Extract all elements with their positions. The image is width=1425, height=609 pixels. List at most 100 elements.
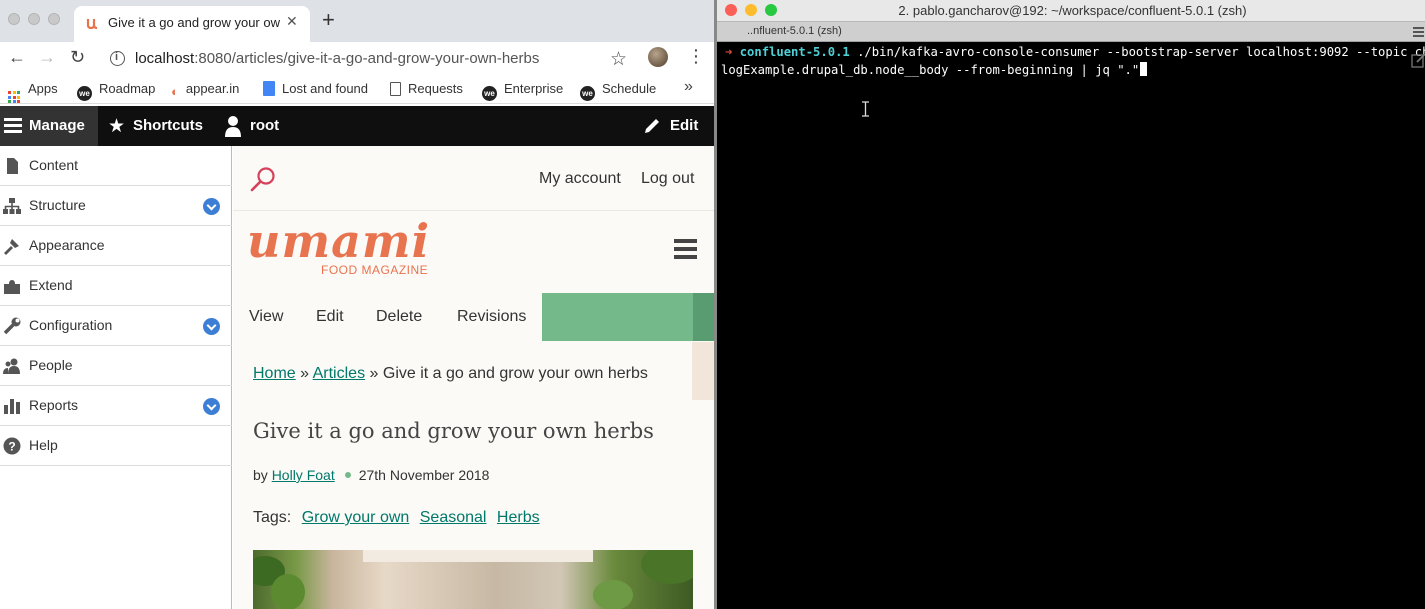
bookmark-label: Schedule [602,81,657,96]
admin-menu-item-appearance[interactable]: Appearance [0,226,232,266]
google-docs-icon [263,81,275,96]
terminal-command-line-1[interactable]: ➜ confluent-5.0.1 ./bin/kafka-avro-conso… [725,45,1425,59]
address-bar[interactable]: localhost:8080/articles/give-it-a-go-and… [104,45,646,73]
author-link[interactable]: Holly Foat [272,467,335,483]
star-icon: ★ [108,116,126,137]
bookmark-appear-in[interactable]: ◐ appear.in [171,81,239,99]
tag-link-grow-your-own[interactable]: Grow your own [302,509,410,526]
tab-edit[interactable]: Edit [316,308,344,326]
bookmark-label: Apps [28,81,58,96]
admin-menu-item-configuration[interactable]: Configuration [0,306,232,346]
terminal-command-line-2[interactable]: logExample.drupal_db.node__body --from-b… [721,62,1148,77]
bookmark-lost-and-found[interactable]: Lost and found [263,81,368,96]
terminal-tab-menu-icon[interactable] [1413,27,1424,37]
admin-menu-label: Help [29,437,58,453]
chevron-down-icon[interactable] [203,198,220,215]
tab-delete[interactable]: Delete [376,308,422,326]
appear-in-icon: ◐ [171,84,179,99]
minimize-window-button[interactable] [28,13,40,25]
toolbar-manage-tab[interactable]: Manage [0,106,98,146]
logo-subtitle: FOOD MAGAZINE [321,263,429,277]
umami-logo[interactable]: umami [247,214,430,268]
admin-menu-item-content[interactable]: Content [0,146,232,186]
bookmark-requests[interactable]: Requests [390,81,463,96]
article-date: 27th November 2018 [358,467,490,483]
pencil-icon [645,119,659,133]
structure-icon [3,198,21,214]
chevron-down-icon[interactable] [203,398,220,415]
tab-view[interactable]: View [249,308,283,326]
byline-prefix: by [253,467,268,483]
people-icon [3,358,20,374]
admin-menu-item-help[interactable]: ? Help [0,426,232,466]
main-menu-hamburger-icon[interactable] [674,239,697,261]
zoom-window-button[interactable] [48,13,60,25]
tags-label: Tags: [253,509,292,526]
admin-menu-item-people[interactable]: People [0,346,232,386]
my-account-link[interactable]: My account [539,170,621,188]
admin-menu-label: Extend [29,277,73,293]
breadcrumb-articles-link[interactable]: Articles [313,365,365,382]
back-icon[interactable]: ← [8,47,26,68]
admin-menu-label: Configuration [29,317,113,333]
article-byline: by Holly Foat 27th November 2018 [253,467,489,483]
admin-menu-item-extend[interactable]: Extend [0,266,232,306]
bookmark-star-icon[interactable]: ☆ [610,48,627,71]
profile-avatar[interactable] [648,47,668,67]
active-tab-highlight [542,293,714,341]
toolbar-user-tab[interactable]: root [250,117,279,134]
we-logo-icon: we [482,86,497,101]
admin-menu-item-reports[interactable]: Reports [0,386,232,426]
apps-grid-icon [8,91,20,103]
we-logo-icon: we [77,86,92,101]
screen: Give it a go and grow your own herbs ✕ +… [0,0,1425,609]
bookmark-label: Lost and found [282,81,369,96]
bookmark-apps[interactable]: Apps [8,81,58,103]
admin-menu-label: Reports [29,397,79,413]
forward-icon[interactable]: → [38,47,56,68]
bookmark-schedule[interactable]: we Schedule [580,81,656,101]
log-out-link[interactable]: Log out [641,170,694,188]
umami-page: My account Log out umami FOOD MAGAZINE V… [233,146,714,609]
more-bookmarks-icon[interactable]: » [684,78,693,96]
content-icon [7,158,18,174]
user-icon [225,116,241,137]
appearance-icon [4,239,19,255]
breadcrumb-separator: » [300,365,310,382]
chevron-down-icon[interactable] [203,318,220,335]
tab-revisions[interactable]: Revisions [457,308,526,326]
tag-link-herbs[interactable]: Herbs [497,509,540,526]
bookmark-label: Enterprise [504,81,564,96]
terminal-tab-title: ..nfluent-5.0.1 (zsh) [747,25,842,37]
tab-close-icon[interactable]: ✕ [286,13,298,30]
toolbar-shortcuts-tab[interactable]: Shortcuts [133,117,203,134]
breadcrumb-edge [692,342,714,400]
toolbar-edit-button[interactable]: Edit [670,117,698,134]
browser-toolbar: ← → ↻ localhost:8080/articles/give-it-a-… [0,42,714,76]
site-info-icon[interactable] [110,51,125,66]
bookmark-roadmap[interactable]: we Roadmap [77,81,155,101]
breadcrumb-home-link[interactable]: Home [253,365,296,382]
reload-icon[interactable]: ↻ [70,47,85,68]
bookmarks-bar: Apps we Roadmap ◐ appear.in Lost and found… [0,76,714,104]
terminal-tab[interactable]: ..nfluent-5.0.1 (zsh) [717,22,1425,42]
herb-leaf-shape [593,580,633,609]
admin-menu-label: Content [29,157,79,173]
close-window-button[interactable] [8,13,20,25]
bookmark-enterprise[interactable]: we Enterprise [482,81,563,101]
new-tab-icon[interactable]: + [322,9,335,31]
tag-link-seasonal[interactable]: Seasonal [420,509,487,526]
admin-menu-item-structure[interactable]: Structure [0,186,232,226]
admin-menu-label: Appearance [29,237,105,253]
breadcrumb: Home » Articles » Give it a go and grow … [253,365,648,383]
breadcrumb-separator: » [369,365,379,382]
url-text[interactable]: localhost:8080/articles/give-it-a-go-and… [135,50,539,67]
admin-menu-label: Structure [29,197,86,213]
svg-text:?: ? [8,440,15,454]
command-text: ./bin/kafka-avro-console-consumer --boot… [857,45,1425,59]
prompt-arrow: ➜ [725,45,733,59]
search-icon[interactable] [249,166,277,194]
browser-menu-icon[interactable]: ⋮ [687,47,705,65]
admin-menu-label: People [29,357,73,373]
browser-tab-active[interactable]: Give it a go and grow your own herbs ✕ [74,6,310,42]
